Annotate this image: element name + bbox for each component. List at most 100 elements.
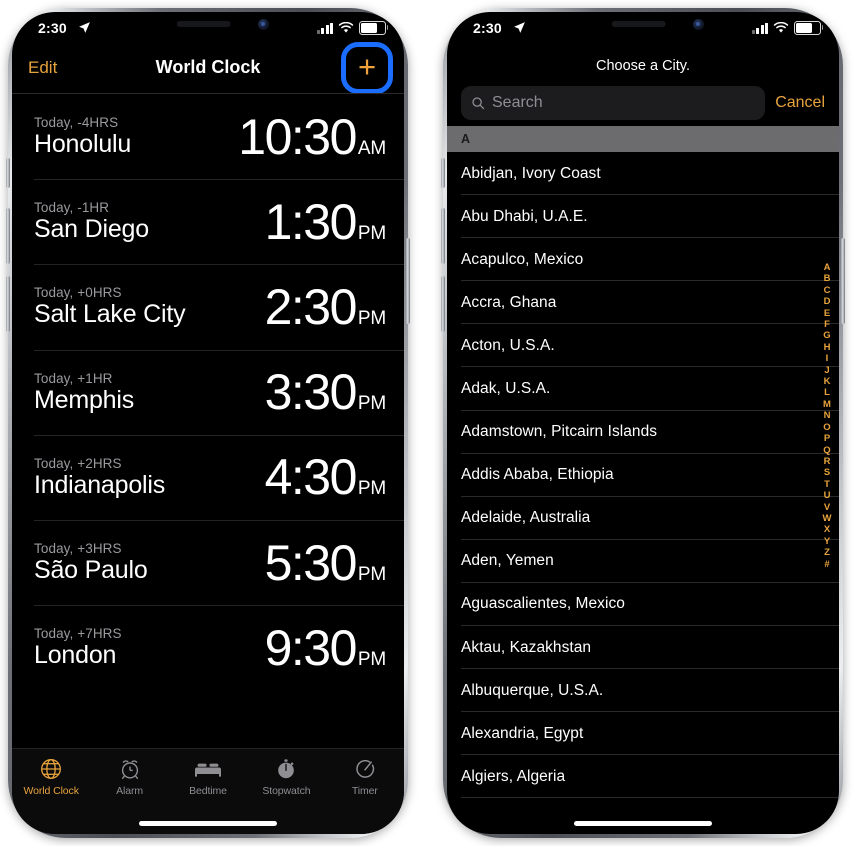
table-row[interactable]: Today, +1HR Memphis 3:30 PM <box>12 349 404 435</box>
list-item[interactable]: Acton, U.S.A. <box>447 324 839 368</box>
volume-up-button[interactable] <box>441 208 445 264</box>
index-letter[interactable]: I <box>826 353 829 364</box>
index-letter[interactable]: P <box>824 433 830 444</box>
index-letter[interactable]: L <box>824 387 830 398</box>
index-letter[interactable]: F <box>824 319 830 330</box>
cancel-button[interactable]: Cancel <box>775 94 825 112</box>
index-letter[interactable]: X <box>824 524 830 535</box>
clock-meridiem: PM <box>357 478 386 500</box>
index-letter[interactable]: M <box>823 399 831 410</box>
clock-city: Honolulu <box>34 130 132 159</box>
tab-alarm[interactable]: Alarm <box>90 756 168 797</box>
earpiece-speaker-icon <box>611 21 666 27</box>
location-arrow-icon <box>513 21 526 39</box>
choose-city-title: Choose a City. <box>595 58 691 74</box>
city-list: Abidjan, Ivory Coast Abu Dhabi, U.A.E. A… <box>447 152 839 834</box>
home-indicator[interactable] <box>139 821 277 826</box>
tab-label: Alarm <box>116 785 144 797</box>
world-clock-nav-bar: Edit World Clock + <box>12 42 404 94</box>
table-row[interactable]: Today, +3HRS São Paulo 5:30 PM <box>12 519 404 605</box>
list-item[interactable]: Algiers, Algeria <box>447 755 839 799</box>
home-indicator[interactable] <box>574 821 712 826</box>
tab-timer[interactable]: Timer <box>326 756 404 797</box>
list-item[interactable]: Accra, Ghana <box>447 281 839 325</box>
clock-offset: Today, +1HR <box>34 370 113 386</box>
list-item[interactable]: Abidjan, Ivory Coast <box>447 152 839 196</box>
right-notch <box>560 12 726 38</box>
tab-stopwatch[interactable]: Stopwatch <box>247 756 325 797</box>
table-row[interactable]: Today, -1HR San Diego 1:30 PM <box>12 179 404 264</box>
index-letter[interactable]: N <box>824 410 831 421</box>
list-item[interactable]: Adamstown, Pitcairn Islands <box>447 411 839 454</box>
index-letter[interactable]: J <box>824 365 829 376</box>
index-letter[interactable]: R <box>824 456 831 467</box>
tab-bedtime[interactable]: Bedtime <box>169 756 247 797</box>
list-item[interactable]: Addis Ababa, Ethiopia <box>447 454 839 497</box>
list-item[interactable]: Adak, U.S.A. <box>447 367 839 411</box>
table-row[interactable]: Today, +2HRS Indianapolis 4:30 PM <box>12 434 404 520</box>
silent-switch[interactable] <box>441 158 445 188</box>
city-name: Addis Ababa, Ethiopia <box>461 466 614 484</box>
index-letter[interactable]: K <box>824 376 831 387</box>
list-item[interactable]: Aguascalientes, Mexico <box>447 583 839 627</box>
index-letter[interactable]: G <box>823 330 830 341</box>
screenshot-stage: 2:30 Edit World Clock + Today, -4HRS Hon… <box>0 0 862 846</box>
clock-offset: Today, +7HRS <box>34 626 122 642</box>
table-row[interactable]: Today, -4HRS Honolulu 10:30 AM <box>12 94 404 179</box>
wifi-icon <box>338 22 354 33</box>
index-letter[interactable]: U <box>824 490 831 501</box>
clock-offset: Today, +0HRS <box>34 285 122 301</box>
clock-meridiem: PM <box>357 307 386 329</box>
wifi-icon <box>773 22 789 33</box>
index-letter[interactable]: Z <box>824 547 830 558</box>
cellular-signal-icon <box>316 22 333 34</box>
volume-up-button[interactable] <box>6 208 10 264</box>
status-indicators <box>751 21 824 35</box>
index-letter[interactable]: Y <box>824 536 830 547</box>
city-name: Abu Dhabi, U.A.E. <box>461 207 588 225</box>
silent-switch[interactable] <box>6 158 10 188</box>
search-placeholder: Search <box>492 94 543 111</box>
index-letter[interactable]: E <box>824 308 830 319</box>
tab-world-clock[interactable]: World Clock <box>12 756 90 797</box>
battery-icon <box>359 21 389 35</box>
add-city-button[interactable]: + <box>352 51 382 83</box>
index-letter[interactable]: O <box>823 422 830 433</box>
alarm-clock-icon <box>118 756 142 782</box>
index-letter[interactable]: D <box>824 296 831 307</box>
table-row[interactable]: Today, +7HRS London 9:30 PM <box>12 605 404 690</box>
power-button[interactable] <box>406 238 410 324</box>
city-name: Aguascalientes, Mexico <box>461 595 625 613</box>
bed-icon <box>195 756 222 782</box>
list-item[interactable]: Acapulco, Mexico <box>447 238 839 282</box>
world-clock-list: Today, -4HRS Honolulu 10:30 AM Today, -1HR… <box>12 94 404 756</box>
index-letter[interactable]: W <box>823 513 832 524</box>
index-letter[interactable]: Q <box>823 445 830 456</box>
list-item[interactable]: Aktau, Kazakhstan <box>447 626 839 670</box>
city-name: Adak, U.S.A. <box>461 380 551 398</box>
list-item[interactable]: Abu Dhabi, U.A.E. <box>447 195 839 239</box>
search-icon <box>472 97 485 110</box>
power-button[interactable] <box>841 238 845 324</box>
list-item[interactable]: Adelaide, Australia <box>447 497 839 540</box>
list-item[interactable]: Aden, Yemen <box>447 540 839 584</box>
clock-time: 2:30 <box>264 278 358 335</box>
volume-down-button[interactable] <box>6 276 10 332</box>
index-letter[interactable]: H <box>824 342 831 353</box>
index-letter[interactable]: # <box>824 559 829 570</box>
list-item[interactable]: Albuquerque, U.S.A. <box>447 669 839 713</box>
index-letter[interactable]: C <box>824 285 831 296</box>
index-letter[interactable]: A <box>824 262 831 273</box>
search-input[interactable]: Search <box>461 86 766 120</box>
section-header-letter: A <box>461 132 471 146</box>
index-letter[interactable]: B <box>824 273 831 284</box>
table-row[interactable]: Today, +0HRS Salt Lake City 2:30 PM <box>12 264 404 349</box>
index-letter[interactable]: V <box>824 502 830 513</box>
index-letter[interactable]: T <box>824 479 830 490</box>
globe-icon <box>39 756 63 782</box>
index-letter[interactable]: S <box>824 467 830 478</box>
search-bar: Search Cancel <box>447 80 839 126</box>
list-item[interactable]: Alexandria, Egypt <box>447 712 839 756</box>
volume-down-button[interactable] <box>441 276 445 332</box>
alphabet-index[interactable]: A B C D E F G H I J K L M N O P Q R S T <box>819 262 835 570</box>
